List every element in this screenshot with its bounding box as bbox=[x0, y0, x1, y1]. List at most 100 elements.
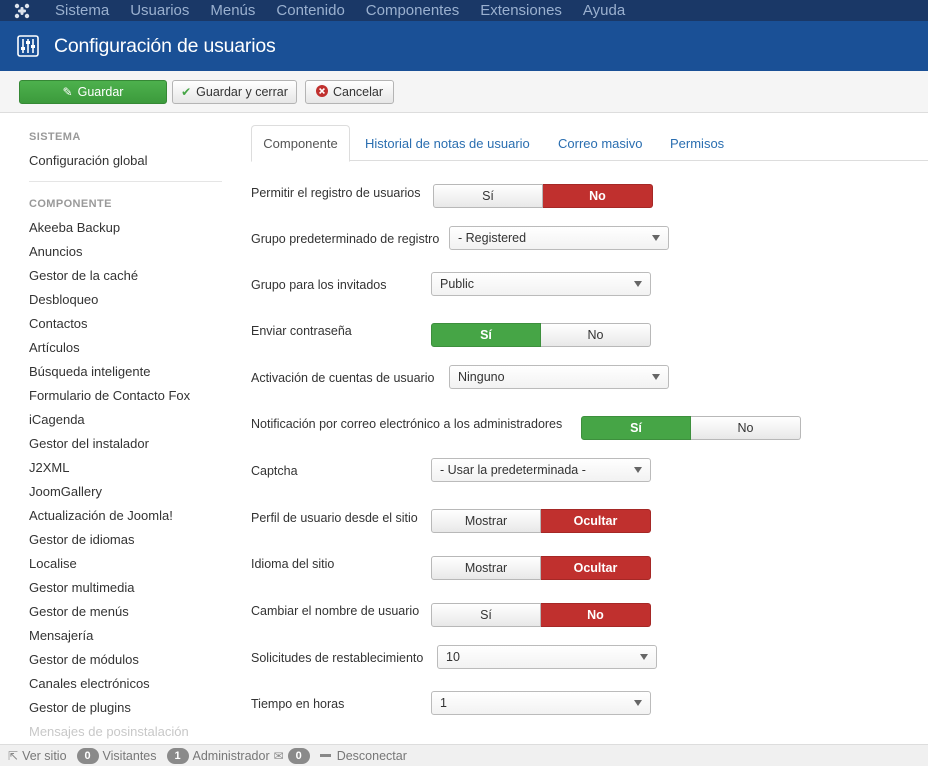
cancel-button-label: Cancelar bbox=[332, 85, 384, 99]
frontend-profile-toggle: Mostrar Ocultar bbox=[431, 509, 651, 533]
sidebar-item[interactable]: J2XML bbox=[29, 460, 69, 475]
menu-componentes[interactable]: Componentes bbox=[366, 0, 459, 21]
tab-componente[interactable]: Componente bbox=[251, 125, 350, 162]
captcha-value: - Usar la predeterminada - bbox=[440, 463, 586, 477]
admin-notify-yes[interactable]: Sí bbox=[581, 416, 691, 440]
send-password-yes[interactable]: Sí bbox=[431, 323, 541, 347]
check-icon: ✔ bbox=[181, 85, 192, 99]
sidebar-item-global-config[interactable]: Configuración global bbox=[29, 153, 148, 168]
view-site-link[interactable]: Ver sitio bbox=[22, 749, 66, 763]
joomla-logo-icon[interactable] bbox=[0, 0, 44, 21]
save-close-button[interactable]: ✔ Guardar y cerrar bbox=[172, 80, 297, 104]
caret-down-icon bbox=[634, 467, 642, 473]
minus-icon bbox=[319, 754, 331, 757]
menu-extensiones[interactable]: Extensiones bbox=[480, 0, 562, 21]
sidebar-item[interactable]: Desbloqueo bbox=[29, 292, 98, 307]
guest-group-label: Grupo para los invitados bbox=[251, 278, 387, 292]
allow-registration-no[interactable]: No bbox=[543, 184, 653, 208]
caret-down-icon bbox=[634, 700, 642, 706]
envelope-icon[interactable]: ✉ bbox=[274, 749, 284, 763]
reset-requests-select[interactable]: 10 bbox=[437, 645, 657, 669]
default-group-select[interactable]: - Registered bbox=[449, 226, 669, 250]
allow-registration-toggle: Sí No bbox=[433, 184, 653, 208]
sidebar-heading-system: SISTEMA bbox=[29, 131, 81, 143]
sidebar-item[interactable]: Gestor de idiomas bbox=[29, 532, 135, 547]
sidebar-item[interactable]: Búsqueda inteligente bbox=[29, 364, 150, 379]
sidebar-item[interactable]: Gestor de menús bbox=[29, 604, 129, 619]
cancel-button[interactable]: Cancelar bbox=[305, 80, 394, 104]
caret-down-icon bbox=[640, 654, 648, 660]
activation-value: Ninguno bbox=[458, 370, 505, 384]
menu-contenido[interactable]: Contenido bbox=[276, 0, 344, 21]
cancel-circle-icon bbox=[315, 84, 328, 100]
site-language-show[interactable]: Mostrar bbox=[431, 556, 541, 580]
sidebar-item[interactable]: Formulario de Contacto Fox bbox=[29, 388, 190, 403]
menu-usuarios[interactable]: Usuarios bbox=[130, 0, 189, 21]
caret-down-icon bbox=[634, 281, 642, 287]
tab-historial[interactable]: Historial de notas de usuario bbox=[365, 125, 530, 161]
sidebar-item[interactable]: Artículos bbox=[29, 340, 80, 355]
send-password-no[interactable]: No bbox=[541, 323, 651, 347]
caret-down-icon bbox=[652, 374, 660, 380]
frontend-profile-label: Perfil de usuario desde el sitio bbox=[251, 511, 418, 525]
frontend-profile-hide[interactable]: Ocultar bbox=[541, 509, 651, 533]
sidebar-item[interactable]: Canales electrónicos bbox=[29, 676, 150, 691]
sidebar-item[interactable]: Akeeba Backup bbox=[29, 220, 120, 235]
menu-menus[interactable]: Menús bbox=[210, 0, 255, 21]
sidebar-item[interactable]: Gestor multimedia bbox=[29, 580, 134, 595]
time-hours-label: Tiempo en horas bbox=[251, 697, 345, 711]
menu-ayuda[interactable]: Ayuda bbox=[583, 0, 625, 21]
admin-notify-toggle: Sí No bbox=[581, 416, 801, 440]
edit-icon: ✎ bbox=[62, 85, 73, 99]
page-header: Configuración de usuarios bbox=[0, 21, 928, 71]
allow-registration-label: Permitir el registro de usuarios bbox=[251, 186, 421, 200]
change-username-toggle: Sí No bbox=[431, 603, 651, 627]
sidebar-item[interactable]: Contactos bbox=[29, 316, 88, 331]
menu-sistema[interactable]: Sistema bbox=[55, 0, 109, 21]
sidebar-heading-component: COMPONENTE bbox=[29, 198, 112, 210]
reset-requests-label: Solicitudes de restablecimiento bbox=[251, 651, 424, 665]
admin-notify-no[interactable]: No bbox=[691, 416, 801, 440]
tab-permisos[interactable]: Permisos bbox=[670, 125, 724, 161]
site-language-label: Idioma del sitio bbox=[251, 557, 335, 571]
site-language-hide[interactable]: Ocultar bbox=[541, 556, 651, 580]
sidebar-item[interactable]: Actualización de Joomla! bbox=[29, 508, 173, 523]
tab-correo-masivo[interactable]: Correo masivo bbox=[558, 125, 643, 161]
sidebar-item-faded[interactable]: Mensajes de posinstalación bbox=[29, 724, 189, 739]
status-bar: ⇱ Ver sitio 0 Visitantes 1 Administrador… bbox=[0, 744, 928, 766]
change-username-yes[interactable]: Sí bbox=[431, 603, 541, 627]
toolbar: ✎ Guardar ✔ Guardar y cerrar Cancelar bbox=[0, 71, 928, 113]
logout-link[interactable]: Desconectar bbox=[337, 749, 407, 763]
change-username-label: Cambiar el nombre de usuario bbox=[251, 604, 420, 618]
save-button[interactable]: ✎ Guardar bbox=[19, 80, 167, 104]
sidebar-item[interactable]: Gestor de plugins bbox=[29, 700, 131, 715]
time-hours-select[interactable]: 1 bbox=[431, 691, 651, 715]
sliders-icon bbox=[17, 35, 39, 57]
save-close-button-label: Guardar y cerrar bbox=[196, 85, 288, 99]
send-password-toggle: Sí No bbox=[431, 323, 651, 347]
guest-group-select[interactable]: Public bbox=[431, 272, 651, 296]
frontend-profile-show[interactable]: Mostrar bbox=[431, 509, 541, 533]
captcha-select[interactable]: - Usar la predeterminada - bbox=[431, 458, 651, 482]
messages-count-badge: 0 bbox=[287, 747, 310, 764]
sidebar-item[interactable]: Mensajería bbox=[29, 628, 93, 643]
sidebar-item[interactable]: JoomGallery bbox=[29, 484, 102, 499]
allow-registration-yes[interactable]: Sí bbox=[433, 184, 543, 208]
top-menu-bar: Sistema Usuarios Menús Contenido Compone… bbox=[0, 0, 928, 21]
reset-requests-value: 10 bbox=[446, 650, 460, 664]
sidebar-item[interactable]: Anuncios bbox=[29, 244, 82, 259]
send-password-label: Enviar contraseña bbox=[251, 324, 352, 338]
default-group-label: Grupo predeterminado de registro bbox=[251, 232, 440, 246]
default-group-value: - Registered bbox=[458, 231, 527, 245]
change-username-no[interactable]: No bbox=[541, 603, 651, 627]
visitors-count-badge: 0 bbox=[76, 747, 99, 764]
admin-notify-label: Notificación por correo electrónico a lo… bbox=[251, 417, 563, 431]
sidebar-item[interactable]: Gestor de la caché bbox=[29, 268, 138, 283]
sidebar-item[interactable]: iCagenda bbox=[29, 412, 85, 427]
activation-select[interactable]: Ninguno bbox=[449, 365, 669, 389]
caret-down-icon bbox=[652, 235, 660, 241]
sidebar-item[interactable]: Localise bbox=[29, 556, 77, 571]
sidebar-item[interactable]: Gestor de módulos bbox=[29, 652, 139, 667]
sidebar-item[interactable]: Gestor del instalador bbox=[29, 436, 149, 451]
site-language-toggle: Mostrar Ocultar bbox=[431, 556, 651, 580]
